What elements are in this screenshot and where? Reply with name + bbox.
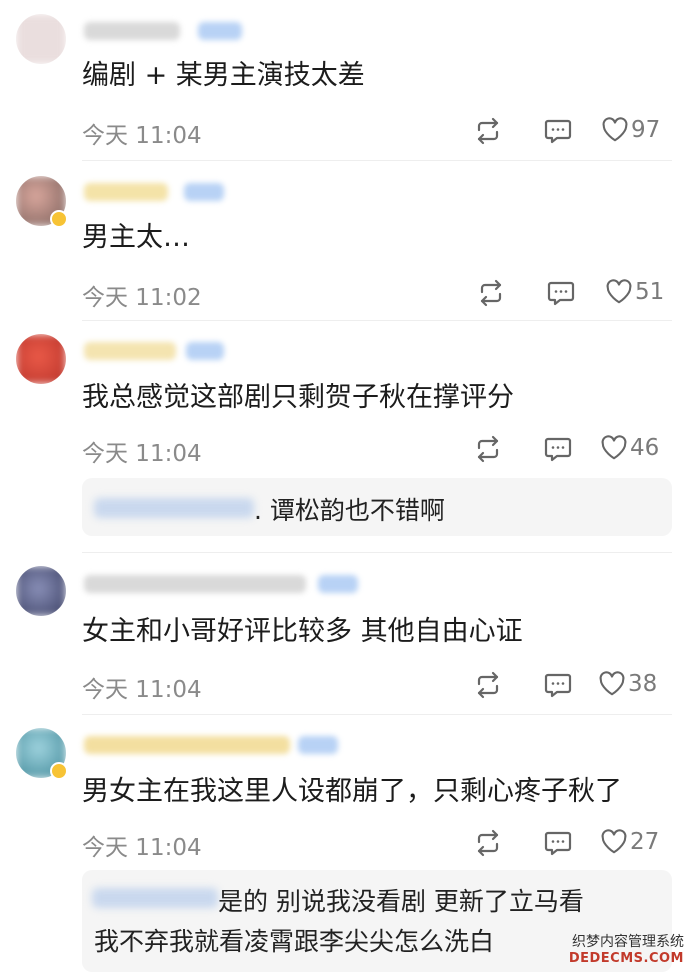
verified-badge [50, 210, 68, 228]
watermark-line-1: 织梦内容管理系统 [572, 934, 684, 950]
username-blurred[interactable] [84, 736, 290, 754]
like-button[interactable]: 27 [600, 828, 659, 856]
repost-icon[interactable] [473, 828, 503, 858]
avatar[interactable] [16, 334, 66, 384]
comment-text: 男女主在我这里人设都崩了，只剩心疼子秋了 [82, 776, 622, 807]
divider [82, 714, 672, 715]
comment-time: 今天 11:02 [82, 285, 202, 311]
like-button[interactable]: 97 [601, 116, 660, 144]
user-tag-blurred [318, 575, 358, 593]
user-tag-blurred [198, 22, 242, 40]
like-count: 38 [628, 671, 658, 697]
repost-icon[interactable] [473, 434, 503, 464]
like-count: 51 [635, 279, 665, 305]
comment-icon[interactable] [543, 434, 573, 464]
comment-time: 今天 11:04 [82, 677, 202, 703]
avatar[interactable] [16, 566, 66, 616]
like-button[interactable]: 38 [598, 670, 657, 698]
username-blurred[interactable] [84, 22, 180, 40]
reply-username-blurred [92, 888, 218, 908]
comment-text: 我总感觉这部剧只剩贺子秋在撑评分 [82, 382, 514, 413]
comment-icon[interactable] [543, 828, 573, 858]
repost-icon[interactable] [476, 278, 506, 308]
divider [82, 160, 672, 161]
divider [82, 552, 672, 553]
like-button[interactable]: 51 [605, 278, 664, 306]
divider [82, 320, 672, 321]
like-count: 46 [630, 435, 660, 461]
comment-time: 今天 11:04 [82, 835, 202, 861]
verified-badge [50, 762, 68, 780]
heart-icon [606, 279, 632, 304]
username-blurred[interactable] [84, 342, 176, 360]
reply-preview[interactable]: . 谭松韵也不错啊 [82, 478, 672, 536]
repost-icon[interactable] [473, 116, 503, 146]
reply-text-line-1: 是的 别说我没看剧 更新了立马看 [218, 887, 584, 916]
reply-text-line-2: 我不弃我就看凌霄跟李尖尖怎么洗白 [94, 927, 495, 956]
username-blurred[interactable] [84, 183, 168, 201]
repost-icon[interactable] [473, 670, 503, 700]
comment-text: 女主和小哥好评比较多 其他自由心证 [82, 616, 523, 647]
reply-username-blurred [94, 498, 254, 518]
comment-text: 编剧 + 某男主演技太差 [82, 60, 365, 91]
avatar[interactable] [16, 14, 66, 64]
comment-icon[interactable] [543, 670, 573, 700]
like-count: 27 [630, 829, 660, 855]
watermark-line-2: DEDECMS.COM [568, 951, 684, 966]
comment-icon[interactable] [543, 116, 573, 146]
like-count: 97 [631, 117, 661, 143]
reply-text: . 谭松韵也不错啊 [254, 496, 445, 525]
heart-icon [602, 117, 628, 142]
heart-icon [599, 671, 625, 696]
comment-time: 今天 11:04 [82, 441, 202, 467]
comment-icon[interactable] [546, 278, 576, 308]
heart-icon [601, 829, 627, 854]
watermark: 织梦内容管理系统 DEDECMS.COM [569, 931, 684, 966]
user-tag-blurred [184, 183, 224, 201]
heart-icon [601, 435, 627, 460]
comment-time: 今天 11:04 [82, 123, 202, 149]
username-blurred[interactable] [84, 575, 306, 593]
comment-text: 男主太… [82, 222, 190, 253]
user-tag-blurred [298, 736, 338, 754]
like-button[interactable]: 46 [600, 434, 659, 462]
user-tag-blurred [186, 342, 224, 360]
